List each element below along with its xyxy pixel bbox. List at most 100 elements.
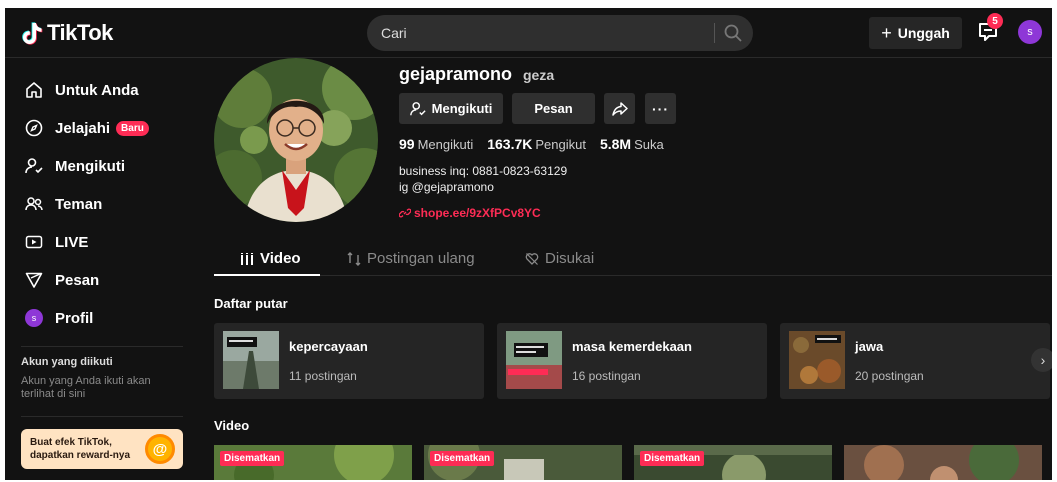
following-button[interactable]: Mengikuti — [399, 93, 503, 124]
message-button-label: Pesan — [534, 101, 573, 116]
more-icon: ··· — [652, 100, 669, 117]
chevron-right-icon: › — [1040, 352, 1046, 368]
stat-value: 5.8M — [599, 136, 632, 152]
pinned-badge: Disematkan — [220, 451, 285, 466]
stat-label: Pengikut — [535, 137, 586, 152]
plus-icon: + — [881, 22, 892, 43]
stat-following[interactable]: 99 Mengikuti — [399, 136, 473, 152]
profile-photo — [214, 58, 378, 222]
tiktok-note-icon — [22, 22, 43, 45]
stat-label: Mengikuti — [417, 137, 474, 152]
sidebar-item-for-you[interactable]: Untuk Anda — [25, 78, 139, 102]
sidebar-item-following[interactable]: Mengikuti — [25, 154, 125, 178]
search-input[interactable] — [367, 25, 707, 41]
tab-video[interactable]: Video — [240, 250, 301, 267]
sidebar-item-label: Untuk Anda — [55, 81, 139, 99]
sidebar: Untuk Anda Jelajahi Baru Mengikuti Teman… — [5, 58, 195, 480]
promo-text: Buat efek TikTok, dapatkan reward-nya — [30, 437, 131, 461]
videos-title: Video — [214, 418, 250, 433]
profile-bio: business inq: 0881-0823-63129 ig @gejapr… — [399, 163, 567, 195]
playlist-card[interactable]: kepercayaan 11 postingan — [214, 323, 484, 399]
upload-button[interactable]: + Unggah — [869, 17, 962, 49]
active-tab-indicator — [214, 274, 320, 276]
search-icon[interactable] — [723, 23, 743, 43]
friends-icon — [25, 197, 43, 211]
tab-label: Video — [260, 250, 301, 267]
tab-liked[interactable]: Disukai — [525, 250, 594, 267]
video-grid-icon — [241, 252, 253, 265]
profile-link[interactable]: shope.ee/9zXfPCv8YC — [399, 206, 541, 220]
playlist-count: 11 postingan — [289, 369, 357, 383]
link-icon — [399, 208, 411, 218]
playlist-card[interactable]: jawa 20 postingan — [780, 323, 1050, 399]
profile-username: gejapramono — [399, 64, 513, 84]
video-thumbnail[interactable]: Disematkan — [634, 445, 832, 480]
reward-coin-icon: @ — [145, 434, 175, 464]
logo-text: TikTok — [47, 20, 113, 45]
share-button[interactable] — [604, 93, 635, 124]
tiktok-logo[interactable]: TikTok — [21, 20, 113, 46]
liked-hidden-icon — [525, 252, 539, 265]
top-bar: TikTok + Unggah 5 s — [5, 8, 1052, 58]
pinned-badge: Disematkan — [640, 451, 705, 466]
playlist-count: 20 postingan — [855, 369, 924, 383]
tab-label: Postingan ulang — [367, 250, 475, 267]
sidebar-item-label: Profil — [55, 309, 94, 327]
user-follow-icon — [25, 158, 43, 174]
profile-nickname: geza — [523, 67, 555, 83]
following-button-label: Mengikuti — [431, 101, 493, 116]
stat-value: 99 — [399, 136, 415, 152]
home-icon — [26, 82, 42, 98]
stat-label: Suka — [634, 137, 664, 152]
profile-stats: 99 Mengikuti 163.7K Pengikut 5.8M Suka — [399, 136, 664, 152]
playlist-thumbnail — [789, 331, 845, 389]
sidebar-item-friends[interactable]: Teman — [25, 192, 102, 216]
search-divider — [714, 23, 715, 43]
sidebar-item-explore[interactable]: Jelajahi Baru — [25, 116, 149, 140]
stat-followers[interactable]: 163.7K Pengikut — [487, 136, 586, 152]
sidebar-item-label: Mengikuti — [55, 157, 125, 175]
tab-reposts[interactable]: Postingan ulang — [347, 250, 475, 267]
playlists-title: Daftar putar — [214, 296, 288, 311]
more-options-button[interactable]: ··· — [645, 93, 676, 124]
inbox-badge: 5 — [987, 13, 1003, 29]
account-avatar[interactable]: s — [1018, 20, 1042, 44]
send-icon — [25, 272, 43, 288]
tiktok-app: TikTok + Unggah 5 s Untuk Anda — [5, 8, 1052, 480]
profile-tabs: Video Postingan ulang Disukai — [214, 244, 1052, 276]
sidebar-item-label: Jelajahi — [55, 119, 111, 137]
playlist-next-button[interactable]: › — [1031, 348, 1052, 372]
stat-value: 163.7K — [487, 136, 533, 152]
sidebar-item-messages[interactable]: Pesan — [25, 268, 99, 292]
playlist-card[interactable]: masa kemerdekaan 16 postingan — [497, 323, 767, 399]
upload-label: Unggah — [897, 25, 950, 41]
video-thumbnail[interactable]: Disematkan — [424, 445, 622, 480]
stat-likes: 5.8M Suka — [600, 136, 664, 152]
pinned-badge: Disematkan — [430, 451, 495, 466]
playlist-count: 16 postingan — [572, 369, 641, 383]
repost-icon — [347, 251, 361, 266]
sidebar-item-live[interactable]: LIVE — [25, 230, 88, 254]
sidebar-divider — [21, 416, 183, 417]
video-thumbnail[interactable] — [844, 445, 1042, 480]
user-check-icon — [409, 101, 426, 115]
sidebar-divider — [21, 346, 183, 347]
bio-line: business inq: 0881-0823-63129 — [399, 164, 568, 178]
search-bar — [367, 15, 753, 51]
following-accounts-heading: Akun yang diikuti — [21, 356, 113, 368]
sidebar-item-label: LIVE — [55, 233, 89, 251]
sidebar-item-profile[interactable]: s Profil — [25, 306, 93, 330]
video-thumbnail[interactable]: Disematkan — [214, 445, 412, 480]
bio-line: ig @gejapramono — [399, 180, 494, 194]
effect-reward-promo[interactable]: Buat efek TikTok, dapatkan reward-nya @ — [21, 429, 183, 469]
playlist-name: masa kemerdekaan — [572, 339, 692, 354]
playlist-name: jawa — [855, 339, 884, 354]
share-icon — [611, 101, 628, 116]
message-button[interactable]: Pesan — [512, 93, 595, 124]
live-icon — [25, 235, 43, 249]
profile-avatar: s — [25, 309, 43, 327]
sidebar-item-label: Teman — [55, 195, 103, 213]
playlist-name: kepercayaan — [289, 339, 368, 354]
tab-label: Disukai — [545, 250, 595, 267]
new-badge: Baru — [116, 120, 149, 136]
